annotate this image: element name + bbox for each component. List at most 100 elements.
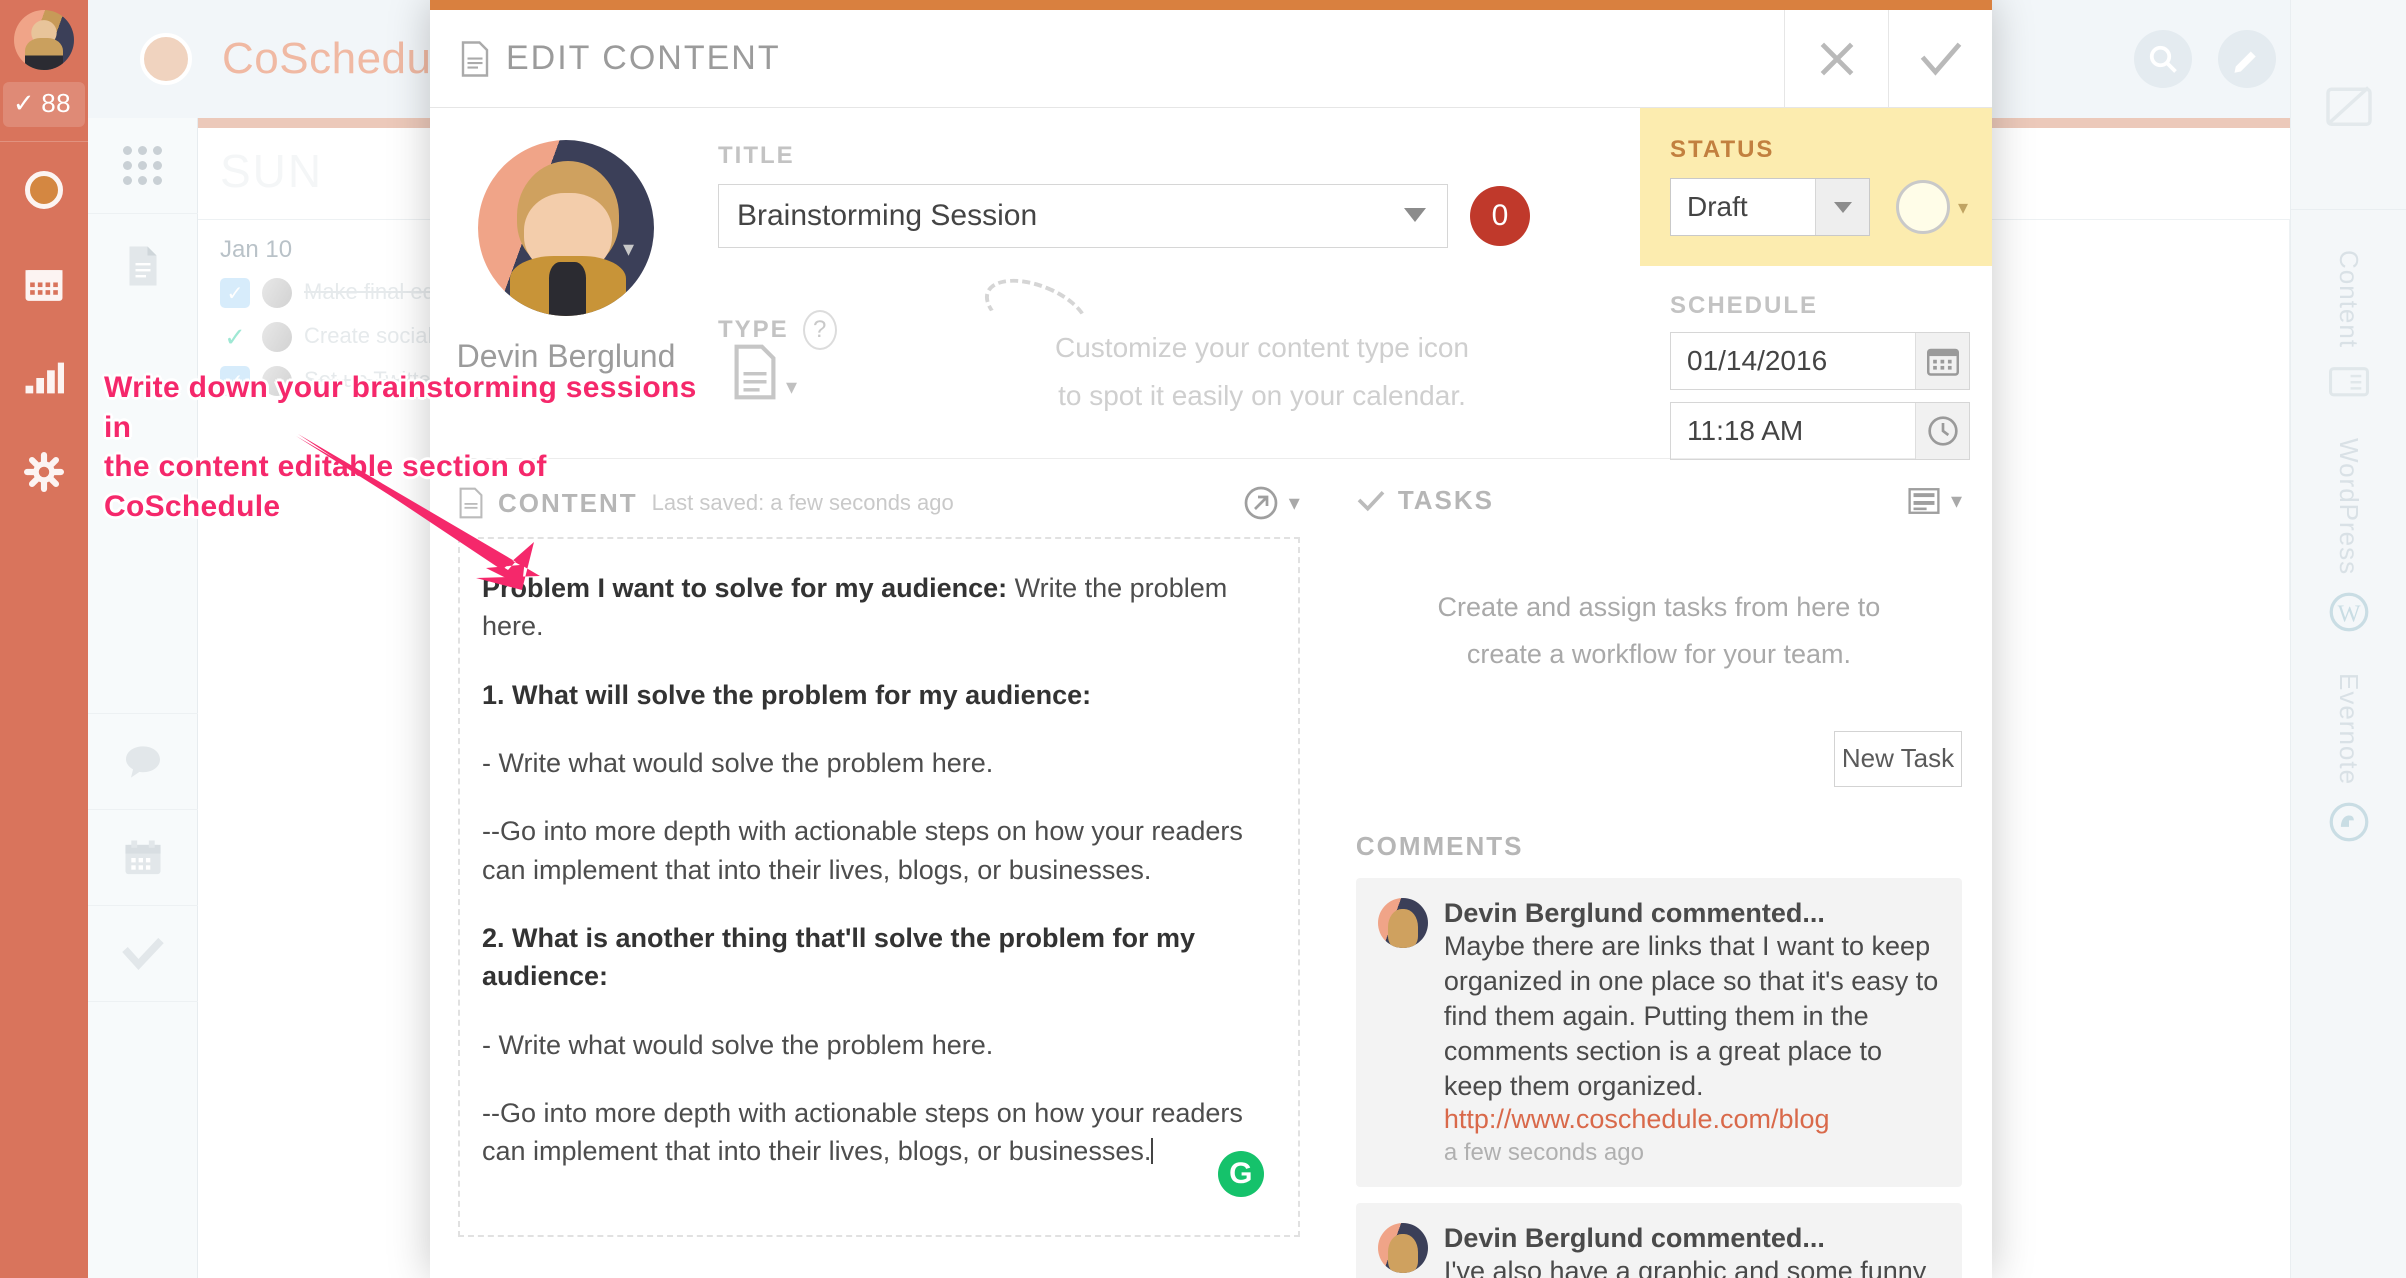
primary-sidebar: ✓ 88 <box>0 0 88 1278</box>
apps-grid-button[interactable] <box>87 118 198 214</box>
screen-root: SUN SAT Jan 10 ✓ Make final edits ✓ Crea… <box>0 0 2406 1278</box>
comments-label: COMMENTS <box>1355 830 1524 861</box>
comment-item: Devin Berglund commented... I've also ha… <box>1355 1202 1962 1278</box>
check-icon <box>1920 42 1961 76</box>
document-icon <box>461 40 489 77</box>
search-button[interactable] <box>2134 30 2192 88</box>
modal-title: EDIT CONTENT <box>506 39 781 77</box>
apps-grid-icon <box>123 146 162 185</box>
sidebar-item-label: WordPress <box>2334 438 2364 576</box>
chevron-down-icon[interactable] <box>1815 179 1869 235</box>
secondary-sidebar <box>87 118 198 1278</box>
content-column: CONTENT Last saved: a few seconds ago ▾ … <box>430 459 1330 1278</box>
chevron-down-icon[interactable]: ▾ <box>623 236 634 262</box>
new-task-button[interactable]: New Task <box>1834 730 1962 787</box>
annotation-text: Write down your brainstorming sessions i… <box>104 368 704 526</box>
content-type-picker[interactable]: ▾ <box>732 344 797 400</box>
document-icon <box>129 246 156 286</box>
editor-paragraph: 1. What will solve the problem for my au… <box>482 676 1276 714</box>
comment-link[interactable]: http://www.coschedule.com/blog <box>1444 1104 1940 1135</box>
status-color-swatch[interactable] <box>1896 180 1950 234</box>
status-select[interactable]: Draft <box>1670 178 1870 236</box>
tasks-empty-line1: Create and assign tasks from here to <box>1437 592 1881 622</box>
editor-paragraph: 2. What is another thing that'll solve t… <box>482 919 1276 996</box>
svg-text:W: W <box>2337 601 2360 628</box>
sidebar-item-analytics[interactable] <box>22 356 66 400</box>
compose-button[interactable] <box>2218 30 2276 88</box>
completed-count-badge: ✓ 88 <box>2 82 86 127</box>
task-template-button[interactable]: ▾ <box>1907 486 1962 516</box>
help-icon[interactable]: ? <box>802 310 837 350</box>
sidebar-item-home[interactable] <box>22 168 66 212</box>
fields-column: TITLE 0 TYPE ? ▾ C <box>702 108 1640 458</box>
chevron-down-icon[interactable]: ▾ <box>1958 195 1968 220</box>
sidebar-item-label: Evernote <box>2334 673 2364 786</box>
pencil-icon <box>2234 51 2256 73</box>
sidebar-item-settings[interactable] <box>22 450 66 494</box>
chevron-down-icon[interactable]: ▾ <box>1951 488 1962 514</box>
type-label: TYPE <box>718 316 789 343</box>
tasks-empty-line2: create a workflow for your team. <box>1466 639 1851 670</box>
sidebar-item-evernote[interactable]: Evernote <box>2291 673 2406 843</box>
clock-icon[interactable] <box>1915 403 1969 459</box>
check-icon: ✓ <box>12 88 36 118</box>
avatar <box>262 278 292 308</box>
modal-header: EDIT CONTENT <box>430 10 1992 108</box>
comment-body: I've also have a graphic and some funny … <box>1443 1255 1927 1278</box>
checkbox-icon[interactable]: ✓ <box>220 278 250 308</box>
chevron-down-icon[interactable]: ▾ <box>1289 490 1300 516</box>
schedule-date-field[interactable]: 01/14/2016 <box>1670 332 1970 390</box>
search-icon <box>2149 45 2177 73</box>
content-expand-button[interactable]: ▾ <box>1243 485 1300 521</box>
confirm-button[interactable] <box>1888 10 1992 108</box>
calendar-icon[interactable] <box>1915 333 1969 389</box>
status-panel: STATUS Draft ▾ <box>1640 108 1992 266</box>
sidebar-item-tasks[interactable] <box>87 906 198 1002</box>
comment-author: Devin Berglund commented... <box>1443 897 1825 928</box>
comment-author: Devin Berglund commented... <box>1443 1222 1825 1253</box>
schedule-time-field[interactable]: 11:18 AM <box>1670 402 1970 460</box>
status-label: STATUS <box>1670 136 1775 163</box>
schedule-label: SCHEDULE <box>1670 292 1819 319</box>
schedule-date-value: 01/14/2016 <box>1687 345 1828 376</box>
avatar <box>262 322 292 352</box>
comment-item: Devin Berglund commented... Maybe there … <box>1355 877 1962 1187</box>
text-cursor <box>1151 1138 1154 1165</box>
divider <box>0 141 88 142</box>
sidebar-item-calendar[interactable] <box>22 262 66 306</box>
ring-icon <box>25 171 63 209</box>
integrations-sidebar: Content WordPress W Evernote <box>2290 0 2406 1278</box>
schedule-time-value: 11:18 AM <box>1687 415 1804 446</box>
editor-paragraph: Problem I want to solve for my audience:… <box>482 569 1276 646</box>
calendar-off-button[interactable] <box>2291 0 2406 210</box>
sidebar-item-calendar[interactable] <box>87 810 198 906</box>
completed-count: 88 <box>41 88 72 118</box>
sidebar-item-wordpress[interactable]: WordPress W <box>2291 438 2406 633</box>
grammarly-badge[interactable]: G <box>1217 1150 1264 1197</box>
evernote-icon <box>2329 802 2368 842</box>
character-count-badge: 0 <box>1470 186 1530 246</box>
title-input[interactable] <box>718 184 1448 248</box>
author-avatar[interactable] <box>478 140 654 316</box>
analytics-icon <box>25 362 64 394</box>
sidebar-item-content[interactable]: Content <box>2291 250 2406 398</box>
check-icon <box>1357 490 1385 511</box>
editor-paragraph: --Go into more depth with actionable ste… <box>482 1094 1276 1171</box>
check-icon[interactable]: ✓ <box>220 322 250 352</box>
comment-body: Maybe there are links that I want to kee… <box>1443 930 1939 1101</box>
content-editor[interactable]: Problem I want to solve for my audience:… <box>458 537 1300 1237</box>
content-icon <box>2328 367 2369 397</box>
chevron-down-icon[interactable]: ▾ <box>786 374 797 400</box>
type-hint-line1: Customize your content type icon <box>1055 332 1469 363</box>
gear-icon <box>24 452 64 492</box>
chevron-down-icon[interactable] <box>1404 208 1426 222</box>
user-avatar[interactable] <box>14 10 74 70</box>
brand-logo-icon <box>140 33 192 85</box>
sidebar-item-comments[interactable] <box>87 714 198 810</box>
tasks-comments-column: TASKS ▾ Create and assign tasks from her… <box>1330 459 1992 1278</box>
sidebar-item-label: Content <box>2334 250 2364 349</box>
tasks-empty-state: Create and assign tasks from here to cre… <box>1356 584 1962 679</box>
edit-content-modal: EDIT CONTENT ▾ Devin Berglund TITLE Brai… <box>430 0 1992 1278</box>
type-hint: Customize your content type icon to spot… <box>1032 324 1492 419</box>
close-button[interactable] <box>1784 10 1888 108</box>
